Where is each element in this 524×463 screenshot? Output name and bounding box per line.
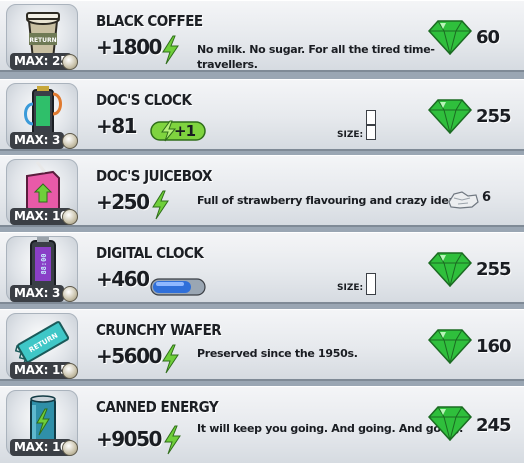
energy-bonus-value: +1 bbox=[174, 122, 196, 140]
size-cell bbox=[366, 125, 376, 140]
item-description: No milk. No sugar. For all the tired tim… bbox=[197, 42, 435, 71]
shop-item-row[interactable]: 88:00 MAX: 3 DIGITAL CLOCK +460 SIZE: 25… bbox=[0, 232, 524, 304]
energy-value: +9050 bbox=[96, 427, 162, 451]
shop-item-row[interactable]: RETURN MAX: 15 CRUNCHY WAFER +5600 Prese… bbox=[0, 309, 524, 381]
energy-value: +250 bbox=[96, 190, 150, 214]
item-price: 6 bbox=[482, 190, 492, 205]
item-price: 160 bbox=[476, 336, 512, 357]
item-price: 60 bbox=[476, 27, 500, 48]
shop-item-row[interactable]: MAX: 10 CANNED ENERGY +9050 It will keep… bbox=[0, 386, 524, 463]
description-line: Full of strawberry flavouring and crazy … bbox=[197, 194, 466, 207]
coin-icon bbox=[62, 209, 78, 225]
item-name: DOC'S CLOCK bbox=[96, 91, 192, 109]
item-price: 245 bbox=[476, 415, 512, 436]
lightning-bolt-icon bbox=[162, 35, 179, 65]
energy-value: +5600 bbox=[96, 344, 162, 368]
gem-icon bbox=[428, 20, 472, 55]
coin-icon bbox=[62, 54, 78, 70]
gem-icon bbox=[428, 99, 472, 134]
item-name: DIGITAL CLOCK bbox=[96, 244, 204, 262]
coin-icon bbox=[62, 286, 78, 302]
energy-value: +1800 bbox=[96, 35, 162, 59]
max-quantity-badge: MAX: 3 bbox=[10, 285, 65, 302]
item-description: Preserved since the 1950s. bbox=[197, 346, 358, 361]
item-name: DOC'S JUICEBOX bbox=[96, 167, 212, 185]
gem-icon bbox=[428, 329, 472, 364]
shop-item-row[interactable]: MAX: 3 DOC'S CLOCK +81 +1 SIZE: 255 bbox=[0, 79, 524, 151]
description-line: travellers. bbox=[197, 58, 258, 71]
energy-value: +460 bbox=[96, 267, 150, 291]
item-name: CANNED ENERGY bbox=[96, 398, 219, 416]
svg-text:88:00: 88:00 bbox=[40, 253, 48, 274]
item-name: BLACK COFFEE bbox=[96, 12, 203, 30]
energy-value: +81 bbox=[96, 114, 138, 138]
coin-icon bbox=[62, 133, 78, 149]
item-description: It will keep you going. And going. And g… bbox=[197, 421, 463, 436]
description-line: No milk. No sugar. For all the tired tim… bbox=[197, 43, 435, 56]
size-cell bbox=[366, 273, 376, 295]
size-label: SIZE: bbox=[337, 130, 364, 140]
item-name: CRUNCHY WAFER bbox=[96, 321, 222, 339]
size-label: SIZE: bbox=[337, 283, 364, 293]
item-description: Full of strawberry flavouring and crazy … bbox=[197, 193, 466, 208]
size-cell bbox=[366, 110, 376, 125]
description-line: Preserved since the 1950s. bbox=[197, 347, 358, 360]
coin-icon bbox=[62, 440, 78, 456]
max-quantity-badge: MAX: 3 bbox=[10, 132, 65, 149]
shop-item-list: RETURN MAX: 25 BLACK COFFEE +1800 No mil… bbox=[0, 0, 524, 463]
svg-text:RETURN: RETURN bbox=[29, 37, 56, 44]
item-price: 255 bbox=[476, 259, 512, 280]
energy-capsule-icon bbox=[150, 278, 206, 296]
lightning-bolt-icon bbox=[164, 425, 181, 455]
gem-icon bbox=[428, 252, 472, 287]
lightning-bolt-icon bbox=[162, 344, 179, 374]
item-price: 255 bbox=[476, 106, 512, 127]
gem-icon bbox=[428, 406, 472, 441]
coin-icon bbox=[62, 363, 78, 379]
lightning-bolt-icon bbox=[152, 190, 169, 220]
crumpled-paper-icon bbox=[448, 191, 479, 209]
description-line: It will keep you going. And going. And g… bbox=[197, 422, 464, 435]
shop-item-row[interactable]: RETURN MAX: 25 BLACK COFFEE +1800 No mil… bbox=[0, 0, 524, 72]
shop-item-row[interactable]: MAX: 10 DOC'S JUICEBOX +250 Full of stra… bbox=[0, 155, 524, 227]
